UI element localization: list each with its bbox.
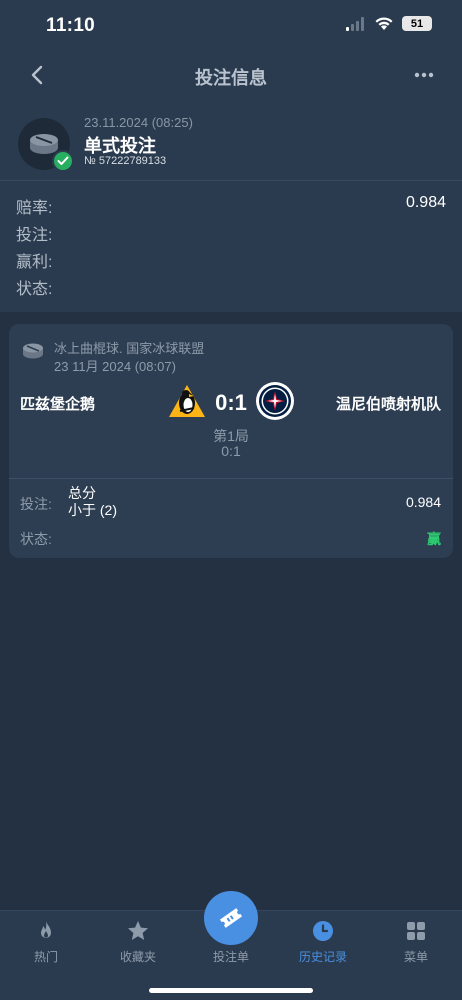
status-time: 11:10 [46,15,96,36]
penguins-logo-icon [169,385,205,417]
main-content: 冰上曲棍球. 国家冰球联盟 23 11月 2024 (08:07) 匹兹堡企鹅 … [0,312,462,910]
event-status-label: 状态: [20,531,52,547]
ticket-icon [219,908,243,928]
bet-label: 投注: [20,496,52,512]
stake-row: 投注: [16,221,446,245]
match-score: 0:1 [215,390,247,415]
status-label: 状态: [16,281,53,298]
market-name: 总分 [68,485,96,501]
bet-odds: 0.984 [405,494,441,510]
nav-label-favorites: 收藏夹 [119,950,156,964]
event-league: 冰上曲棍球. 国家冰球联盟 [54,341,205,356]
page-title: 投注信息 [195,68,267,88]
home-indicator[interactable] [149,988,313,993]
bet-date: 23.11.2024 (08:25) [84,115,193,130]
nav-item-history[interactable]: 历史记录 [277,911,369,971]
clock-icon [313,921,333,941]
odds-label: 赔率: [16,200,53,217]
divider [0,180,462,181]
market-selection: 小于 (2) [68,502,117,518]
away-team-name: 温尼伯喷射机队 [335,396,441,413]
nav-item-betslip[interactable]: 投注单 [185,891,277,971]
nav-item-favorites[interactable]: 收藏夹 [92,911,184,971]
profit-row: 赢利: [16,248,446,272]
battery-indicator: 51 [402,16,432,31]
nav-label-betslip: 投注单 [212,950,249,964]
check-badge-icon [52,150,74,172]
betslip-button[interactable] [204,891,258,945]
wifi-icon [375,17,393,30]
bet-number: № 57222789133 [84,155,167,167]
page-header: 投注信息 [0,50,462,102]
profit-label: 赢利: [16,254,53,271]
hockey-puck-icon [23,343,43,359]
fire-icon [41,921,51,938]
bottom-navigation: 热门 收藏夹 投注单 历史记录 菜单 [0,891,462,1000]
event-status-value: 赢 [427,531,441,547]
more-dots-icon [414,72,434,78]
grid-icon [407,922,425,940]
nav-label-history: 历史记录 [298,950,347,964]
nav-item-popular[interactable]: 热门 [0,911,92,971]
nav-label-popular: 热门 [33,950,58,964]
bet-market: 总分 小于 (2) [68,485,117,519]
odds-value: 0.984 [405,194,446,211]
divider [9,478,453,479]
jets-logo-icon [256,382,294,420]
nav-item-menu[interactable]: 菜单 [370,911,462,971]
star-icon [128,921,148,940]
status-bar: 11:10 51 [0,0,462,50]
signal-icon [346,16,364,31]
home-team-name: 匹兹堡企鹅 [20,396,96,413]
status-row: 状态: [16,275,446,299]
stake-label: 投注: [16,227,53,244]
event-card[interactable]: 冰上曲棍球. 国家冰球联盟 23 11月 2024 (08:07) 匹兹堡企鹅 … [9,324,453,558]
period-score: 0:1 [221,443,241,459]
status-indicators: 51 [346,16,432,31]
nav-label-menu: 菜单 [403,950,428,964]
bet-summary: 23.11.2024 (08:25) 单式投注 № 57222789133 赔率… [0,102,462,312]
more-options-button[interactable] [410,62,438,88]
odds-row: 赔率: 0.984 [16,194,446,218]
event-date: 23 11月 2024 (08:07) [54,359,176,374]
